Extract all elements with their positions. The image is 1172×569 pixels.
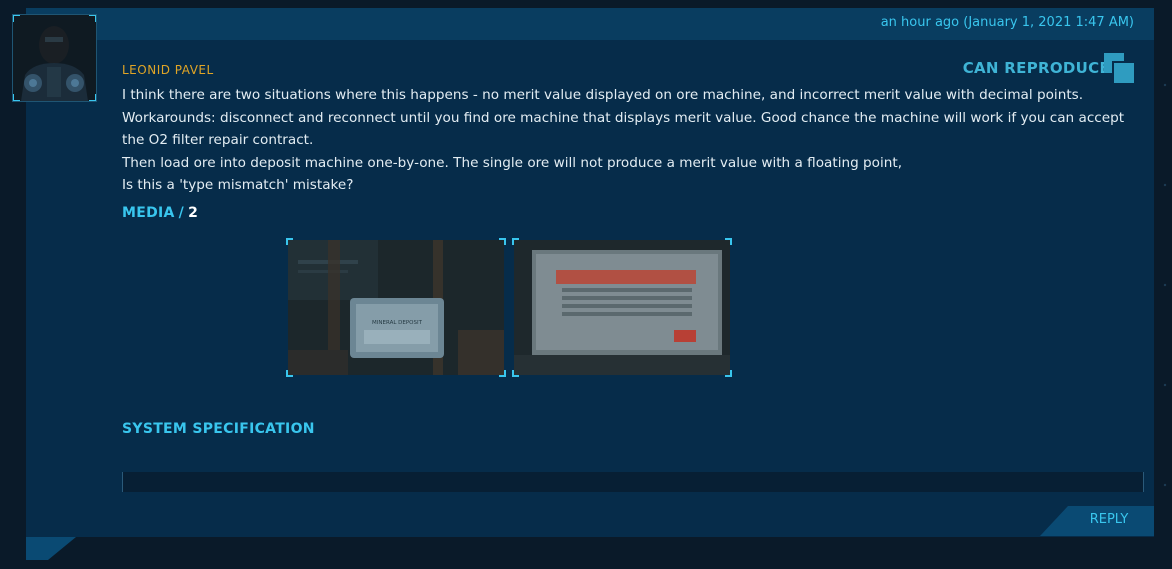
comment-body: I think there are two situations where t… [122,84,1132,197]
avatar-image [13,15,96,101]
author-name[interactable]: LEONID PAVEL [122,63,214,77]
comment-paragraph: Workarounds: disconnect and reconnect un… [122,109,1125,149]
comment-paragraph: I think there are two situations where t… [122,87,1084,103]
comment-paragraph: Then load ore into deposit machine one-b… [122,154,903,171]
media-label: MEDIA [122,205,175,221]
status-label: CAN REPRODUCE [962,59,1110,77]
avatar[interactable] [12,14,97,102]
system-specification-panel [122,472,1144,492]
reply-label: REPLY [1089,512,1129,527]
mineral-deposit-screenshot-icon: MINERAL DEPOSIT [288,240,504,375]
comment-paragraph: Is this a 'type mismatch' mistake? [122,177,354,193]
timestamp: an hour ago (January 1, 2021 1:47 AM) [880,15,1134,30]
terminal-screen-screenshot-icon [514,240,730,375]
media-thumbnail-1[interactable]: MINERAL DEPOSIT [286,238,506,377]
copy-icon [1104,53,1134,83]
comment-header: an hour ago (January 1, 2021 1:47 AM) [26,8,1154,40]
system-specification-heading[interactable]: SYSTEM SPECIFICATION [122,421,315,437]
media-thumbnail-2[interactable] [512,238,732,377]
media-count: 2 [188,205,199,221]
media-separator: / [178,205,185,221]
media-heading: MEDIA/2 [122,205,198,221]
